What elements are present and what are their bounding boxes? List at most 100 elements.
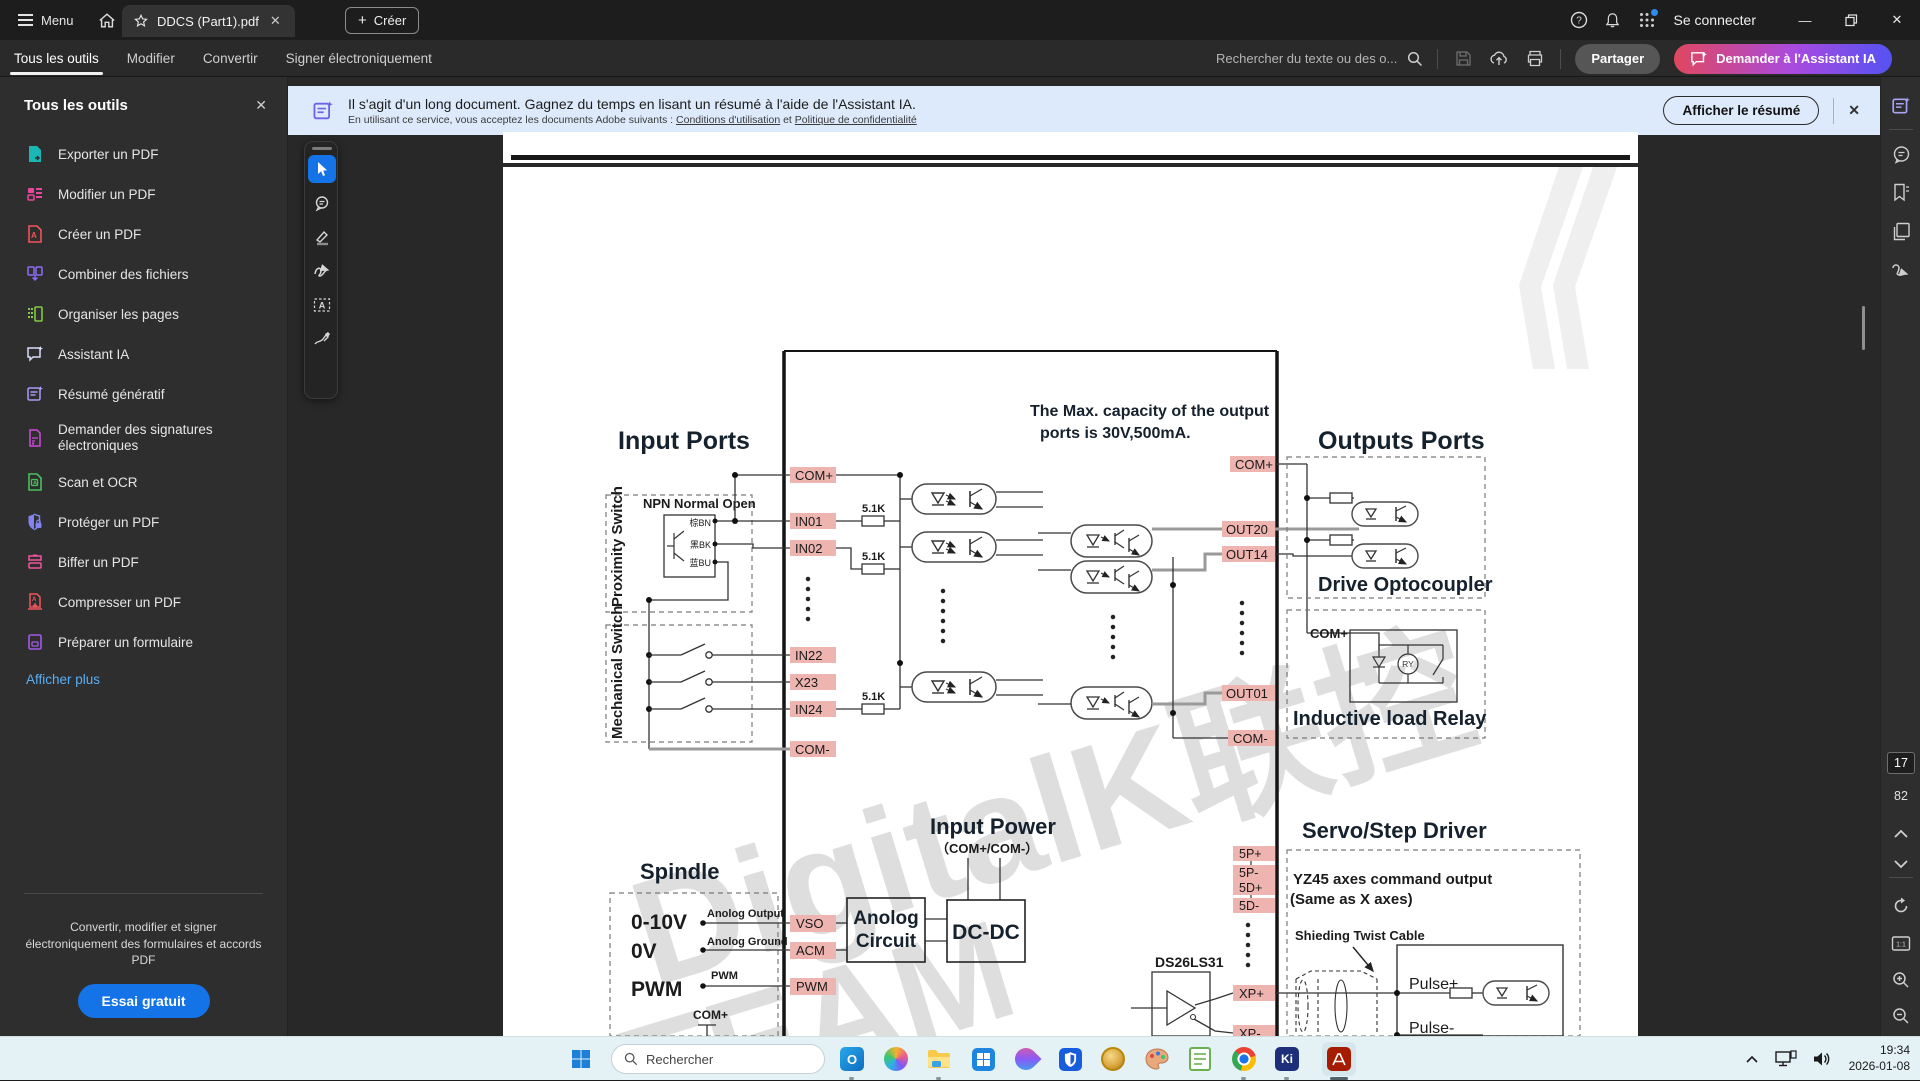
taskbar-bitwarden[interactable] xyxy=(1055,1044,1085,1074)
tab-all-tools[interactable]: Tous les outils xyxy=(10,40,103,77)
signature-panel-button[interactable] xyxy=(1881,255,1920,285)
previous-page-button[interactable] xyxy=(1881,819,1920,849)
port-com-plus: COM+ xyxy=(795,468,833,483)
taskbar-chrome[interactable] xyxy=(1229,1044,1259,1074)
start-button[interactable] xyxy=(566,1044,596,1074)
tray-chevron-up-icon[interactable] xyxy=(1745,1055,1759,1064)
tab-edit[interactable]: Modifier xyxy=(127,40,175,77)
bookmarks-panel-button[interactable] xyxy=(1881,177,1920,207)
notifications-button[interactable] xyxy=(1596,0,1630,40)
show-more-link[interactable]: Afficher plus xyxy=(0,662,288,687)
page-number-input[interactable]: 17 xyxy=(1887,752,1915,774)
zoom-in-button[interactable] xyxy=(1881,965,1920,995)
tab-close-icon[interactable]: ✕ xyxy=(268,13,283,29)
select-tool[interactable] xyxy=(308,155,336,183)
window-restore-button[interactable] xyxy=(1828,0,1874,40)
taskbar-notepad-app[interactable] xyxy=(1185,1044,1215,1074)
network-icon[interactable] xyxy=(1774,1050,1797,1068)
dcdc-label: DC-DC xyxy=(952,921,1020,944)
relay-ry-label: RY xyxy=(1402,659,1414,669)
sidebar-item-ai-assistant[interactable]: Assistant IA xyxy=(0,334,288,374)
home-button[interactable] xyxy=(98,12,116,29)
sidebar-item-combine-files[interactable]: Combiner des fichiers xyxy=(0,254,288,294)
sidebar-item-protect-pdf[interactable]: Protéger un PDF xyxy=(0,502,288,542)
create-button[interactable]: + Créer xyxy=(345,7,420,34)
taskbar-ms-store[interactable] xyxy=(968,1044,998,1074)
sidebar-close-icon[interactable]: ✕ xyxy=(255,97,267,114)
proximity-switch-label: Proximity Switch xyxy=(609,486,626,607)
sidebar-item-request-esignatures[interactable]: Demander des signatures électroniques xyxy=(0,414,288,462)
save-button[interactable] xyxy=(1452,50,1474,67)
sign-tool[interactable] xyxy=(308,325,336,353)
document-search[interactable]: Rechercher du texte ou des o... xyxy=(1216,51,1423,67)
comments-panel-button[interactable] xyxy=(1881,139,1920,169)
port-out14: OUT14 xyxy=(1226,547,1268,562)
highlight-tool[interactable] xyxy=(308,223,336,251)
max-capacity-note-1: The Max. capacity of the output xyxy=(1030,403,1270,420)
document-scrollbar-thumb[interactable] xyxy=(1862,306,1865,350)
toolbar-drag-handle[interactable] xyxy=(312,147,332,150)
text-box-tool[interactable]: A xyxy=(308,291,336,319)
banner-terms-and: et xyxy=(780,113,795,126)
tab-esign[interactable]: Signer électroniquement xyxy=(286,40,432,77)
volume-icon[interactable] xyxy=(1813,1051,1833,1067)
zoom-out-button[interactable] xyxy=(1881,1001,1920,1031)
taskbar-outlook[interactable]: O xyxy=(837,1044,867,1074)
draw-tool[interactable] xyxy=(308,257,336,285)
window-close-button[interactable]: ✕ xyxy=(1874,0,1920,40)
sidebar-item-create-pdf[interactable]: A Créer un PDF xyxy=(0,214,288,254)
sidebar-item-generative-summary[interactable]: Résumé génératif xyxy=(0,374,288,414)
window-minimize-button[interactable]: — xyxy=(1782,0,1828,40)
page-thumbnails-button[interactable] xyxy=(1881,216,1920,246)
next-page-button[interactable] xyxy=(1881,849,1920,879)
drive-optocoupler-symbol xyxy=(1352,544,1418,568)
taskbar-kicad[interactable]: Ki xyxy=(1272,1044,1302,1074)
divider xyxy=(1889,877,1913,878)
share-button[interactable]: Partager xyxy=(1575,43,1661,74)
rotate-page-button[interactable] xyxy=(1881,891,1920,921)
upload-cloud-button[interactable] xyxy=(1488,50,1510,67)
output-transistor-symbol xyxy=(1071,525,1152,557)
sidebar-item-edit-pdf[interactable]: Modifier un PDF xyxy=(0,174,288,214)
system-clock[interactable]: 19:34 2026-01-08 xyxy=(1849,1043,1910,1074)
taskbar-acrobat[interactable] xyxy=(1324,1044,1354,1074)
actual-size-button[interactable]: 1:1 xyxy=(1881,928,1920,958)
document-tab[interactable]: DDCS (Part1).pdf ✕ xyxy=(122,5,295,37)
free-trial-button[interactable]: Essai gratuit xyxy=(77,984,210,1018)
same-axes-label: (Same as X axes) xyxy=(1290,891,1413,908)
show-summary-button[interactable]: Afficher le résumé xyxy=(1663,96,1820,125)
divider xyxy=(1437,48,1439,69)
analog-circuit-line2: Circuit xyxy=(856,931,917,952)
search-icon xyxy=(624,1052,638,1066)
taskbar-gold-badge-app[interactable] xyxy=(1098,1044,1128,1074)
menu-button[interactable]: Menu xyxy=(12,9,80,32)
apps-grid-button[interactable] xyxy=(1630,0,1664,40)
taskbar-copilot[interactable] xyxy=(881,1044,911,1074)
notepad-icon xyxy=(1189,1047,1211,1071)
taskbar-search[interactable]: Rechercher xyxy=(611,1044,825,1074)
draw-icon xyxy=(314,264,330,277)
taskbar-file-explorer[interactable] xyxy=(924,1044,954,1074)
taskbar-paint-drop-app[interactable] xyxy=(1010,1043,1042,1075)
input-section: Proximity Switch Mechanical Switch NPN N… xyxy=(605,467,1043,757)
sidebar-item-export-pdf[interactable]: Exporter un PDF xyxy=(0,134,288,174)
privacy-link[interactable]: Politique de confidentialité xyxy=(795,114,917,126)
tab-convert[interactable]: Convertir xyxy=(203,40,258,77)
sidebar-item-organize-pages[interactable]: Organiser les pages xyxy=(0,294,288,334)
banner-close-icon[interactable]: ✕ xyxy=(1848,102,1866,119)
combine-files-icon xyxy=(27,266,43,282)
sidebar-item-redact-pdf[interactable]: Biffer un PDF xyxy=(0,542,288,582)
taskbar-palette-app[interactable] xyxy=(1142,1044,1172,1074)
signin-button[interactable]: Se connecter xyxy=(1674,12,1757,28)
sidebar-item-scan-ocr[interactable]: A Scan et OCR xyxy=(0,462,288,502)
terms-link[interactable]: Conditions d'utilisation xyxy=(676,114,780,126)
sidebar-item-prepare-form[interactable]: Préparer un formulaire xyxy=(0,622,288,662)
sidebar-item-compress-pdf[interactable]: A Compresser un PDF xyxy=(0,582,288,622)
ai-summary-panel-button[interactable] xyxy=(1881,91,1920,121)
help-button[interactable]: ? xyxy=(1562,0,1596,40)
port-vso: VSO xyxy=(796,916,823,931)
print-button[interactable] xyxy=(1524,50,1546,67)
quick-tools-toolbar: A xyxy=(304,141,338,399)
ask-ai-assistant-button[interactable]: Demander à l'Assistant IA xyxy=(1674,43,1892,74)
comment-tool[interactable] xyxy=(308,189,336,217)
